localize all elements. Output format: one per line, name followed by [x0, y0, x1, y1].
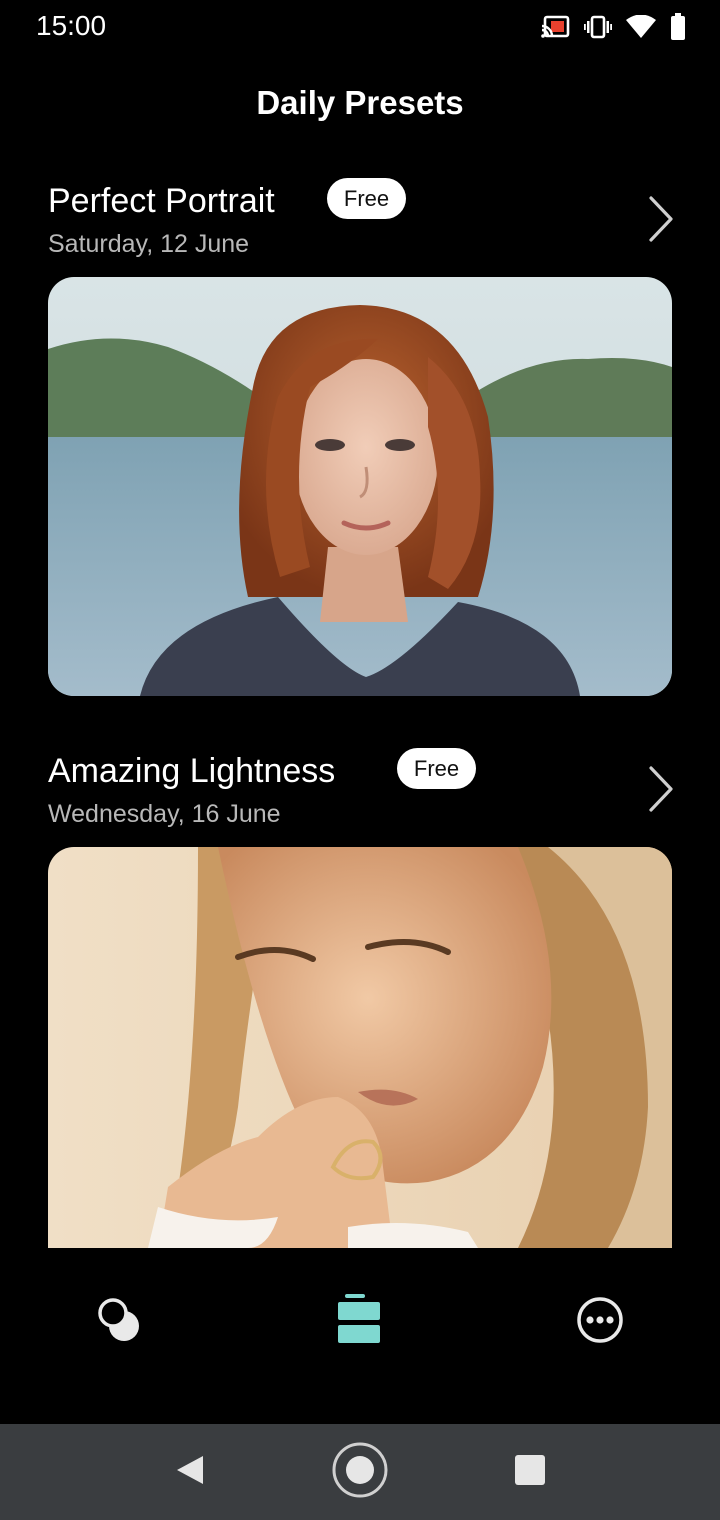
preset-title: Perfect Portrait [48, 182, 275, 220]
preset-card[interactable]: Amazing Lightness Free Wednesday, 16 Jun… [0, 730, 720, 1248]
preset-date: Saturday, 12 June [48, 230, 250, 258]
cast-icon [540, 15, 570, 39]
free-badge: Free [397, 748, 476, 789]
back-button[interactable] [162, 1444, 218, 1500]
preset-card[interactable]: Perfect Portrait Free Saturday, 12 June [0, 160, 720, 696]
preset-image-lightness[interactable] [48, 847, 672, 1248]
nav-daily-button[interactable] [329, 1293, 389, 1351]
system-nav-bar [0, 1424, 720, 1520]
home-icon [332, 1442, 388, 1503]
status-icons [540, 12, 686, 42]
page-title: Daily Presets [256, 84, 464, 121]
back-icon [175, 1454, 205, 1491]
screen: 15:00 Daily Presets Perfect Portrait Fre… [0, 0, 720, 1520]
preset-image-portrait[interactable] [48, 277, 672, 696]
wifi-icon [626, 15, 656, 39]
preset-header[interactable]: Perfect Portrait Free Saturday, 12 June [0, 160, 720, 277]
nav-more-button[interactable] [570, 1294, 630, 1350]
preset-title: Amazing Lightness [48, 752, 336, 790]
preset-feed[interactable]: Perfect Portrait Free Saturday, 12 June [0, 160, 720, 1248]
status-time: 15:00 [36, 10, 107, 41]
preset-date: Wednesday, 16 June [48, 800, 281, 828]
chevron-right-icon[interactable] [648, 196, 674, 242]
preset-header[interactable]: Amazing Lightness Free Wednesday, 16 Jun… [0, 730, 720, 847]
daily-icon [337, 1293, 381, 1351]
more-icon [575, 1295, 625, 1350]
chevron-right-icon[interactable] [648, 766, 674, 812]
free-badge: Free [327, 178, 406, 219]
home-button[interactable] [332, 1442, 388, 1503]
presets-icon [95, 1296, 145, 1349]
bottom-nav [0, 1248, 720, 1424]
vibrate-icon [584, 15, 612, 39]
battery-icon [670, 13, 686, 41]
recents-icon [515, 1454, 545, 1490]
nav-presets-button[interactable] [90, 1294, 150, 1350]
status-bar: 15:00 [0, 0, 720, 54]
recents-button[interactable] [502, 1444, 558, 1500]
